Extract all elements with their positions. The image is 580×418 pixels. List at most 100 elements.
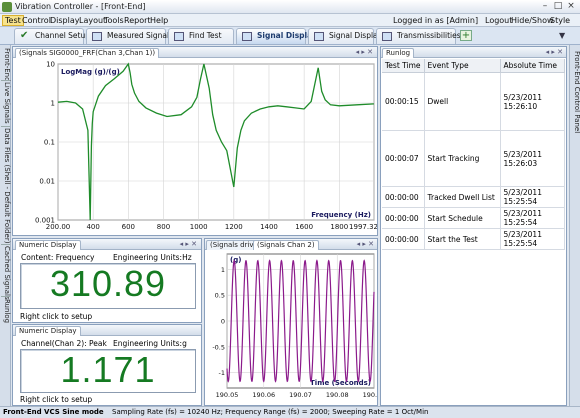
- sidebar-separator: [1, 244, 10, 245]
- minimize-button[interactable]: –: [538, 1, 552, 13]
- frf-signal-panel: (Signals SIG0000_FRF(Chan 3,Chan 1)) ◂ ▸…: [12, 46, 378, 236]
- column-header-absolute-time[interactable]: Absolute Time: [500, 59, 566, 73]
- check-icon: ✔: [20, 30, 29, 41]
- numeric-channel-label: Channel(Chan 2): Peak: [21, 339, 107, 348]
- menu-layout[interactable]: Layout: [79, 16, 106, 25]
- menu-test[interactable]: Test: [2, 15, 24, 26]
- hide-show-link[interactable]: Hide/Show: [511, 16, 554, 25]
- runlog-header-row: Test Time Event Type Absolute Time: [382, 59, 566, 73]
- left-sidebar: Front-End Live Signals Data Files (Shell…: [0, 45, 11, 406]
- sidebar-runlog[interactable]: Runlog: [0, 298, 11, 324]
- runlog-tab[interactable]: Runlog: [382, 48, 415, 58]
- tab-signal-display-active[interactable]: Signal Display: [236, 28, 317, 44]
- row-abs-time: 15:25:54: [503, 239, 538, 248]
- runlog-table: Test Time Event Type Absolute Time 00:00…: [382, 59, 566, 250]
- sidebar-front-end[interactable]: Front-End: [0, 48, 11, 82]
- sidebar-live-signals[interactable]: Live Signals: [0, 82, 11, 124]
- frf-x-tick-label: 1000: [190, 223, 208, 231]
- frf-x-tick-label: 600: [122, 223, 135, 231]
- menu-tools[interactable]: Tools: [104, 16, 124, 25]
- row-event-type: Tracked Dwell List: [424, 186, 501, 208]
- style-link[interactable]: Style: [550, 16, 570, 25]
- frf-y-tick-label: 10: [46, 61, 55, 69]
- row-absolute-time: 5/23/2011 15:25:54: [500, 207, 566, 229]
- time-x-tick-label: 190.08: [326, 391, 349, 399]
- row-abs-time: 15:25:54: [503, 197, 538, 206]
- tab-signal-display[interactable]: Signal Display: [308, 28, 382, 44]
- close-button[interactable]: ×: [564, 1, 578, 13]
- row-event-type: Dwell: [424, 72, 501, 131]
- table-row[interactable]: 00:00:00 Start Schedule 5/23/2011 15:25:5…: [382, 207, 566, 229]
- status-mode: Front-End VCS Sine mode: [3, 408, 104, 416]
- panel-controls-icon[interactable]: ◂ ▸ ✕: [356, 48, 373, 56]
- frf-x-axis-label: Frequency (Hz): [311, 211, 371, 219]
- numeric-content-label: Content: Frequency: [21, 253, 95, 262]
- frf-y-tick-label: 0.1: [44, 139, 55, 147]
- table-row[interactable]: 00:00:15 Dwell 5/23/2011 15:26:10: [382, 72, 566, 131]
- frf-x-tick-label: 1200: [225, 223, 243, 231]
- panel-controls-icon[interactable]: ◂ ▸ ✕: [357, 240, 374, 248]
- measured-signals-icon: [92, 32, 102, 41]
- numeric-display-tab[interactable]: Numeric Display: [15, 326, 81, 336]
- time-y-tick-label: -0.5: [212, 343, 225, 351]
- menu-control[interactable]: Control: [22, 16, 51, 25]
- frf-signal-tab[interactable]: (Signals SIG0000_FRF(Chan 3,Chan 1)): [15, 48, 160, 58]
- panel-controls-icon[interactable]: ◂ ▸ ✕: [180, 240, 197, 248]
- row-absolute-time: 5/23/2011 15:25:54: [500, 186, 566, 208]
- menu-help[interactable]: Help: [150, 16, 168, 25]
- logged-in-label: Logged in as [Admin]: [393, 16, 479, 25]
- row-abs-time: 15:25:54: [503, 218, 538, 227]
- menu-display[interactable]: Display: [50, 16, 80, 25]
- time-x-axis-label: Time (Seconds): [310, 379, 371, 387]
- panel-header: Numeric Display: [13, 325, 201, 336]
- status-info: Sampling Rate (fs) = 10240 Hz; Frequency…: [112, 408, 429, 416]
- sidebar-separator: [1, 126, 10, 127]
- new-tab-icon[interactable]: +: [460, 30, 472, 41]
- row-test-time: 00:00:00: [382, 228, 425, 250]
- sidebar-data-files[interactable]: Data Files (Shell - Default Folder): [0, 128, 11, 243]
- numeric-display-tab[interactable]: Numeric Display: [15, 240, 81, 250]
- window-title: Vibration Controller - [Front-End]: [15, 2, 146, 11]
- tab-measured-signals[interactable]: Measured Signals: [86, 28, 173, 44]
- row-abs-date: 5/23/2011: [503, 92, 542, 102]
- time-y-tick-label: 0.5: [215, 292, 225, 300]
- tab-list-dropdown-icon[interactable]: ▼: [559, 31, 565, 40]
- frf-x-tick-label: 1400: [260, 223, 278, 231]
- signals-chan2-tab[interactable]: (Signals Chan 2): [253, 240, 319, 250]
- frf-x-tick-label: 1800: [330, 223, 348, 231]
- menu-report[interactable]: Report: [124, 16, 151, 25]
- tab-channel-setup[interactable]: ✔ Channel Setup: [14, 28, 90, 44]
- frf-y-tick-label: 0.01: [39, 178, 55, 186]
- column-header-test-time[interactable]: Test Time: [382, 59, 425, 73]
- logout-link[interactable]: Logout: [485, 16, 512, 25]
- tab-transmissibilities[interactable]: Transmissibilities: [376, 28, 461, 44]
- time-x-tick-label: 190.05: [216, 391, 239, 399]
- panel-controls-icon[interactable]: ◂ ▸ ✕: [546, 48, 563, 56]
- column-header-event-type[interactable]: Event Type: [424, 59, 501, 73]
- frf-y-tick-label: 1: [51, 100, 55, 108]
- sidebar-control-panel[interactable]: Front-End Control Panel: [570, 51, 580, 133]
- row-test-time: 00:00:00: [382, 186, 425, 208]
- table-row[interactable]: 00:00:07 Start Tracking 5/23/2011 15:26:0…: [382, 130, 566, 187]
- row-test-time: 00:00:07: [382, 130, 425, 187]
- row-abs-date: 5/23/2011: [503, 209, 542, 218]
- table-row[interactable]: 00:00:00 Start the Test 5/23/2011 15:25:5…: [382, 228, 566, 250]
- time-x-tick-label: 190.09: [363, 391, 377, 399]
- runlog-panel: Runlog ◂ ▸ ✕ Test Time Event Type Absolu…: [380, 46, 567, 406]
- menu-bar: Test Control Display Layout Tools Report…: [0, 14, 580, 27]
- numeric-display-2: Numeric Display Channel(Chan 2): Peak En…: [12, 324, 202, 406]
- tab-bar: ✔ Channel Setup Measured Signals Find Tes…: [0, 27, 580, 45]
- sidebar-cached-signals[interactable]: Cached Signals: [0, 246, 11, 300]
- row-abs-date: 5/23/2011: [503, 230, 542, 239]
- row-event-type: Start Schedule: [424, 207, 501, 229]
- row-absolute-time: 5/23/2011 15:25:54: [500, 228, 566, 250]
- frf-y-axis-label: LogMag (g)/(g): [61, 68, 120, 76]
- table-row[interactable]: 00:00:00 Tracked Dwell List 5/23/2011 15:…: [382, 186, 566, 208]
- signal-display-icon: [242, 32, 252, 41]
- frf-x-tick-label: 400: [86, 223, 99, 231]
- numeric-value-frequency: 310.89: [20, 263, 196, 309]
- time-y-axis-label: (g): [230, 256, 241, 264]
- tab-find-test[interactable]: Find Test: [168, 28, 234, 44]
- time-signal-panel: (Signals drive) (Signals Chan 2) ◂ ▸ ✕ 1…: [204, 238, 378, 406]
- maximize-button[interactable]: □: [551, 1, 565, 13]
